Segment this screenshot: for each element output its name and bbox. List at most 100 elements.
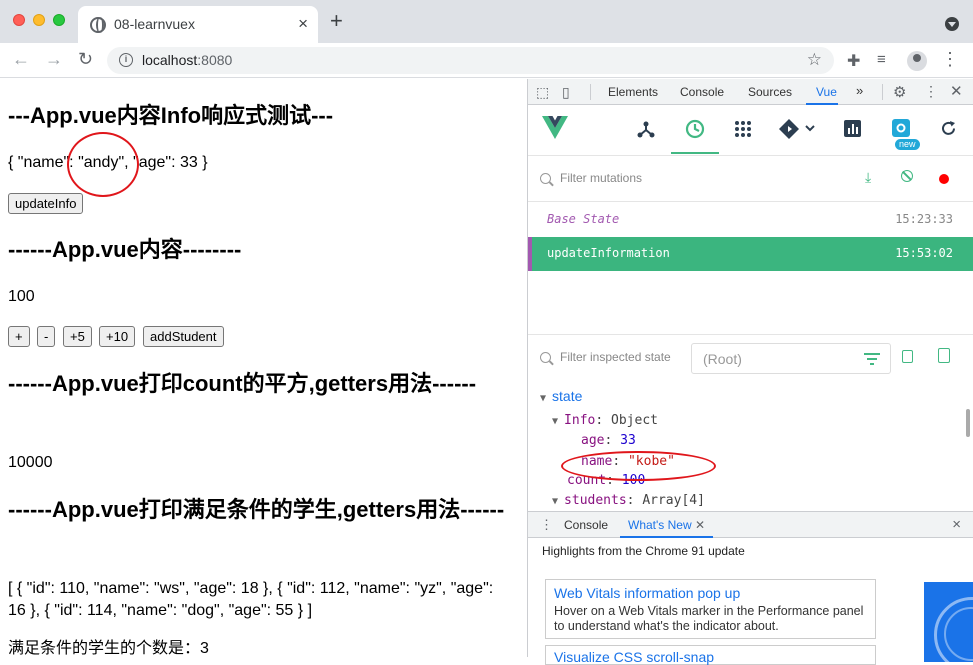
update-info-button[interactable]: updateInfo: [8, 193, 84, 214]
commit-all-icon[interactable]: ⤓: [865, 169, 871, 186]
whats-new-card[interactable]: Visualize CSS scroll-snap: [545, 645, 876, 665]
tab-vue[interactable]: Vue: [816, 85, 837, 99]
maximize-window-button[interactable]: [53, 14, 65, 26]
tab-search-icon[interactable]: [945, 17, 959, 31]
mutation-row-selected[interactable]: updateInformation 15:53:02: [528, 237, 973, 271]
annotation-circle: [67, 132, 139, 197]
vuex-history-icon[interactable]: [685, 119, 705, 139]
card-description: Hover on a Web Vitals marker in the Perf…: [554, 604, 864, 633]
close-devtools-icon[interactable]: ✕: [950, 82, 963, 100]
add-five-button[interactable]: +5: [63, 326, 92, 347]
whats-new-title: Highlights from the Chrome 91 update: [542, 544, 745, 558]
tab-title: 08-learnvuex: [114, 16, 195, 32]
mutation-row-base-state[interactable]: Base State 15:23:33: [528, 203, 973, 237]
refresh-icon[interactable]: [940, 120, 957, 137]
tab-sources[interactable]: Sources: [748, 85, 792, 99]
events-icon[interactable]: [734, 120, 752, 138]
students-json-text: [ { "id": 110, "name": "ws", "age": 18 }…: [8, 580, 494, 619]
vue-devtools-toolbar: new: [528, 106, 973, 156]
browser-toolbar: ← → ↻ i localhost:8080 ☆ ✚ ≡ ⋮: [0, 43, 973, 78]
paste-icon[interactable]: [938, 348, 950, 363]
mutations-filter-bar: Filter mutations ⤓: [528, 157, 973, 202]
separator: [882, 84, 883, 100]
filter-state-input[interactable]: Filter inspected state: [560, 350, 671, 364]
globe-icon: [90, 17, 106, 33]
reading-list-icon[interactable]: ≡: [877, 51, 886, 68]
drawer-tab-console[interactable]: Console: [564, 518, 608, 532]
annotation-circle: [561, 451, 716, 481]
card-title-link[interactable]: Web Vitals information pop up: [554, 585, 740, 601]
increment-button[interactable]: +: [8, 326, 30, 347]
root-select[interactable]: (Root): [691, 343, 891, 374]
routing-icon[interactable]: [779, 119, 815, 139]
extensions-puzzle-icon[interactable]: ✚: [847, 51, 860, 71]
tab-elements[interactable]: Elements: [608, 85, 658, 99]
site-info-icon[interactable]: i: [119, 53, 133, 67]
vue-settings-icon[interactable]: [892, 119, 910, 137]
performance-icon[interactable]: [844, 120, 861, 137]
drawer-tab-bar: ⋮ Console What's New ✕ ×: [528, 511, 973, 538]
record-icon[interactable]: [939, 174, 949, 184]
whats-new-card[interactable]: Web Vitals information pop up Hover on a…: [545, 579, 876, 639]
close-window-button[interactable]: [13, 14, 25, 26]
browser-menu-icon[interactable]: ⋮: [941, 49, 959, 70]
settings-gear-icon[interactable]: ⚙: [893, 83, 906, 101]
profile-avatar-icon[interactable]: [907, 51, 927, 71]
drawer-tab-whats-new[interactable]: What's New ✕: [628, 518, 705, 532]
active-view-indicator: [671, 152, 719, 154]
address-bar[interactable]: i localhost:8080 ☆: [107, 47, 834, 74]
tree-node-state[interactable]: ▼ state: [540, 388, 582, 405]
drawer-active-indicator: [620, 536, 713, 538]
devtools-menu-icon[interactable]: ⋮: [924, 83, 938, 100]
heading-count-square: ------App.vue打印count的平方,getters用法------: [8, 371, 477, 396]
mutation-time: 15:23:33: [895, 212, 953, 226]
device-toolbar-icon[interactable]: ▯: [562, 84, 570, 101]
page-content: ---App.vue内容Info响应式测试--- { "name": "andy…: [0, 79, 527, 657]
back-arrow-icon[interactable]: ←: [12, 49, 30, 70]
whats-new-illustration: [924, 582, 973, 662]
add-ten-button[interactable]: +10: [99, 326, 136, 347]
heading-info-test: ---App.vue内容Info响应式测试---: [8, 103, 334, 128]
more-tabs-button[interactable]: »: [856, 83, 863, 98]
state-scrollbar[interactable]: [966, 409, 970, 437]
student-count-text: 满足条件的学生的个数是：3: [8, 640, 209, 657]
tree-node-info[interactable]: ▼ Info: Object: [552, 413, 658, 428]
tab-console[interactable]: Console: [680, 85, 724, 99]
tree-node-students[interactable]: ▼ students: Array[4]: [552, 493, 705, 508]
add-student-button[interactable]: addStudent: [143, 326, 224, 347]
card-title-link[interactable]: Visualize CSS scroll-snap: [554, 649, 714, 665]
root-select-value: (Root): [703, 351, 742, 367]
forward-arrow-icon[interactable]: →: [45, 49, 63, 70]
decrement-button[interactable]: -: [37, 326, 56, 347]
browser-tab[interactable]: 08-learnvuex ×: [78, 6, 318, 43]
new-badge: new: [895, 139, 920, 150]
search-icon: [540, 352, 551, 363]
reload-icon[interactable]: ↻: [78, 49, 93, 70]
inspect-element-icon[interactable]: ⬚: [536, 84, 549, 101]
url-text[interactable]: localhost:8080: [142, 52, 232, 68]
vue-logo-icon: [542, 116, 568, 139]
tree-node-age[interactable]: age: 33: [581, 433, 636, 448]
separator: [590, 84, 591, 100]
filter-lines-icon: [864, 353, 880, 365]
new-tab-button[interactable]: +: [330, 10, 343, 32]
search-icon: [540, 173, 551, 184]
bookmark-star-icon[interactable]: ☆: [807, 50, 822, 70]
devtools-tab-bar: ⬚ ▯ Elements Console Sources Vue » ⚙ ⋮ ✕: [528, 79, 973, 105]
filter-mutations-input[interactable]: Filter mutations: [560, 171, 642, 185]
components-icon[interactable]: [637, 120, 655, 138]
revert-all-icon[interactable]: [901, 170, 913, 182]
state-tree: ▼ state ▼ Info: Object age: 33 name: "ko…: [528, 382, 973, 510]
mutation-label: updateInformation: [547, 246, 670, 260]
active-tab-indicator: [806, 103, 838, 105]
browser-tab-bar: 08-learnvuex × +: [0, 0, 973, 43]
copy-icon[interactable]: [902, 350, 913, 363]
minimize-window-button[interactable]: [33, 14, 45, 26]
mutation-label: Base State: [547, 212, 620, 226]
tab-close-button[interactable]: ×: [298, 14, 308, 34]
heading-app-content: ------App.vue内容--------: [8, 237, 242, 262]
heading-students: ------App.vue打印满足条件的学生,getters用法------: [8, 497, 505, 522]
close-drawer-button[interactable]: ×: [952, 516, 961, 533]
mutation-time: 15:53:02: [895, 246, 953, 260]
drawer-menu-icon[interactable]: ⋮: [540, 517, 553, 533]
